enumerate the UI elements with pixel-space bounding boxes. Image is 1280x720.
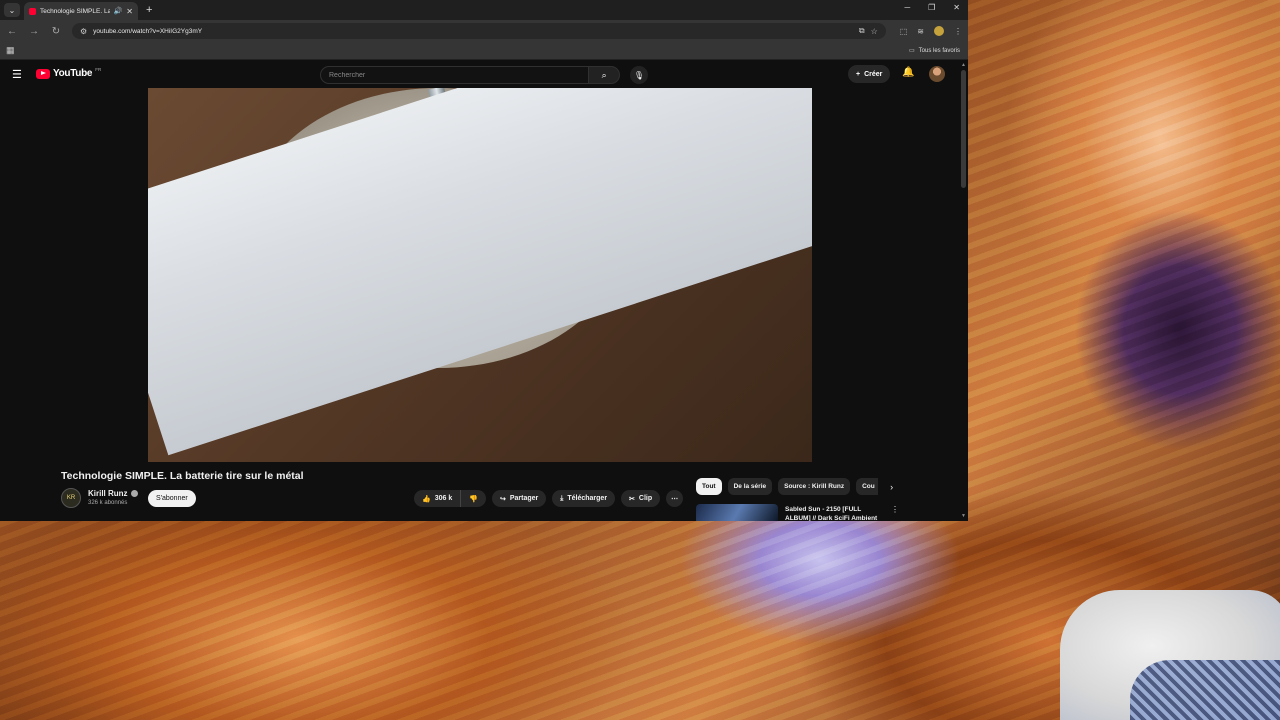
url-text[interactable]: youtube.com/watch?v=XHiIG2Yg3mY bbox=[93, 28, 853, 35]
window-controls: ─ ❐ ✕ bbox=[904, 3, 960, 12]
chip-series[interactable]: De la série bbox=[727, 478, 773, 495]
subscribe-button[interactable]: S'abonner bbox=[148, 490, 196, 507]
channel-avatar[interactable]: KR bbox=[61, 488, 81, 508]
menu-kebab-icon[interactable]: ⋮ bbox=[954, 27, 962, 36]
audio-playing-icon[interactable]: 🔊 bbox=[114, 7, 123, 15]
video-title: Technologie SIMPLE. La batterie tire sur… bbox=[61, 470, 304, 482]
search-input[interactable] bbox=[320, 66, 589, 84]
tab-strip: ⌄ Technologie SIMPLE. La batterie tire s… bbox=[0, 0, 968, 20]
minimize-icon[interactable]: ─ bbox=[904, 3, 910, 12]
close-window-icon[interactable]: ✕ bbox=[953, 3, 960, 12]
like-dislike-group: 👍 306 k 👎 bbox=[414, 490, 486, 507]
microphone-icon[interactable]: 🎙 bbox=[630, 66, 648, 84]
youtube-page: ☰ YouTube FR ⌕ 🎙 + Créer 🔔 Tec bbox=[0, 60, 968, 521]
tab-title: Technologie SIMPLE. La batterie tire sur… bbox=[40, 7, 110, 15]
restore-icon[interactable]: ❐ bbox=[928, 3, 935, 12]
verified-badge-icon bbox=[130, 490, 138, 497]
forward-icon[interactable]: → bbox=[28, 26, 40, 37]
site-info-icon[interactable]: ⚙ bbox=[80, 27, 87, 36]
browser-toolbar: ← → ↻ ⚙ youtube.com/watch?v=XHiIG2Yg3mY … bbox=[0, 20, 968, 42]
chevron-right-icon[interactable]: › bbox=[890, 482, 893, 492]
channel-name-row[interactable]: Kirill Runz bbox=[88, 489, 138, 498]
video-actions: 👍 306 k 👎 ↪ Partager ⤓ Télécharger ✂ Cli… bbox=[414, 490, 684, 507]
youtube-play-icon bbox=[36, 68, 50, 79]
all-bookmarks-label: Tous les favoris bbox=[918, 47, 960, 54]
chip-all[interactable]: Tout bbox=[696, 478, 722, 495]
extensions-icon[interactable]: ⬚ bbox=[900, 27, 908, 36]
share-icon: ↪ bbox=[499, 495, 506, 503]
scroll-up-arrow-icon[interactable]: ▲ bbox=[961, 62, 966, 68]
more-actions-icon[interactable]: ⋯ bbox=[666, 490, 684, 507]
tab-search-icon[interactable]: ⌄ bbox=[4, 3, 20, 17]
thumbs-down-icon: 👎 bbox=[469, 495, 478, 503]
video-frame-metal-plate bbox=[148, 88, 812, 456]
logo-text: YouTube bbox=[53, 68, 93, 79]
share-button[interactable]: ↪ Partager bbox=[491, 490, 547, 507]
all-bookmarks-button[interactable]: ▭ Tous les favoris bbox=[908, 47, 960, 55]
download-button[interactable]: ⤓ Télécharger bbox=[552, 490, 616, 507]
plus-icon: + bbox=[856, 70, 861, 78]
search-bar: ⌕ bbox=[320, 66, 620, 84]
scroll-thumb[interactable] bbox=[961, 70, 966, 188]
chip-partial[interactable]: Cou bbox=[856, 478, 879, 495]
video-player[interactable] bbox=[148, 88, 812, 462]
channel-name[interactable]: Kirill Runz bbox=[88, 489, 128, 498]
bookmark-star-icon[interactable]: ☆ bbox=[871, 27, 878, 36]
subscriber-count: 326 k abonnés bbox=[88, 500, 128, 506]
hamburger-menu-icon[interactable]: ☰ bbox=[12, 68, 22, 81]
country-code: FR bbox=[95, 67, 102, 72]
page-scrollbar[interactable]: ▲ ▼ bbox=[960, 60, 968, 521]
download-icon: ⤓ bbox=[560, 494, 564, 502]
clip-button[interactable]: ✂ Clip bbox=[621, 490, 661, 507]
folder-icon: ▭ bbox=[908, 48, 915, 54]
scroll-down-arrow-icon[interactable]: ▼ bbox=[961, 513, 966, 519]
account-avatar[interactable] bbox=[929, 66, 945, 82]
back-icon[interactable]: ← bbox=[6, 26, 18, 37]
chip-source[interactable]: Source : Kirill Runz bbox=[778, 478, 851, 495]
cast-icon[interactable]: ≋ bbox=[917, 27, 924, 36]
recommended-video-thumbnail[interactable] bbox=[696, 504, 778, 521]
like-count: 306 k bbox=[434, 495, 453, 502]
thumbs-up-icon: 👍 bbox=[422, 495, 431, 503]
bookmarks-bar: ▦ ▭ Tous les favoris bbox=[0, 42, 968, 60]
create-label: Créer bbox=[864, 70, 883, 78]
recommendation-chips: Tout De la série Source : Kirill Runz Co… bbox=[696, 478, 893, 495]
apps-grid-icon[interactable]: ▦ bbox=[6, 45, 15, 56]
youtube-favicon-icon bbox=[29, 7, 36, 15]
share-label: Partager bbox=[509, 495, 539, 502]
reload-icon[interactable]: ↻ bbox=[50, 26, 62, 37]
search-icon[interactable]: ⌕ bbox=[588, 66, 620, 84]
download-label: Télécharger bbox=[567, 495, 608, 502]
masthead: ☰ YouTube FR ⌕ 🎙 + Créer 🔔 bbox=[0, 60, 968, 88]
like-button[interactable]: 👍 306 k bbox=[414, 490, 462, 507]
browser-window: ⌄ Technologie SIMPLE. La batterie tire s… bbox=[0, 0, 968, 521]
dislike-button[interactable]: 👎 bbox=[461, 490, 486, 507]
close-tab-icon[interactable]: ✕ bbox=[126, 7, 133, 16]
new-tab-button[interactable]: + bbox=[146, 4, 152, 16]
active-tab[interactable]: Technologie SIMPLE. La batterie tire sur… bbox=[24, 2, 138, 20]
install-app-icon[interactable]: ⧉ bbox=[859, 26, 865, 36]
profile-avatar-icon[interactable] bbox=[934, 26, 944, 36]
recommended-video-title[interactable]: Sabled Sun - 2150 [FULL ALBUM] // Dark S… bbox=[785, 505, 885, 521]
blanket-pattern bbox=[1130, 660, 1280, 720]
notifications-bell-icon[interactable]: 🔔 bbox=[902, 67, 914, 78]
scissors-icon: ✂ bbox=[629, 495, 635, 503]
create-button[interactable]: + Créer bbox=[848, 65, 891, 83]
clip-label: Clip bbox=[638, 495, 653, 502]
youtube-logo[interactable]: YouTube FR bbox=[36, 67, 102, 79]
recommended-more-icon[interactable]: ⋮ bbox=[891, 505, 899, 514]
address-bar[interactable]: ⚙ youtube.com/watch?v=XHiIG2Yg3mY ⧉ ☆ bbox=[72, 23, 886, 39]
